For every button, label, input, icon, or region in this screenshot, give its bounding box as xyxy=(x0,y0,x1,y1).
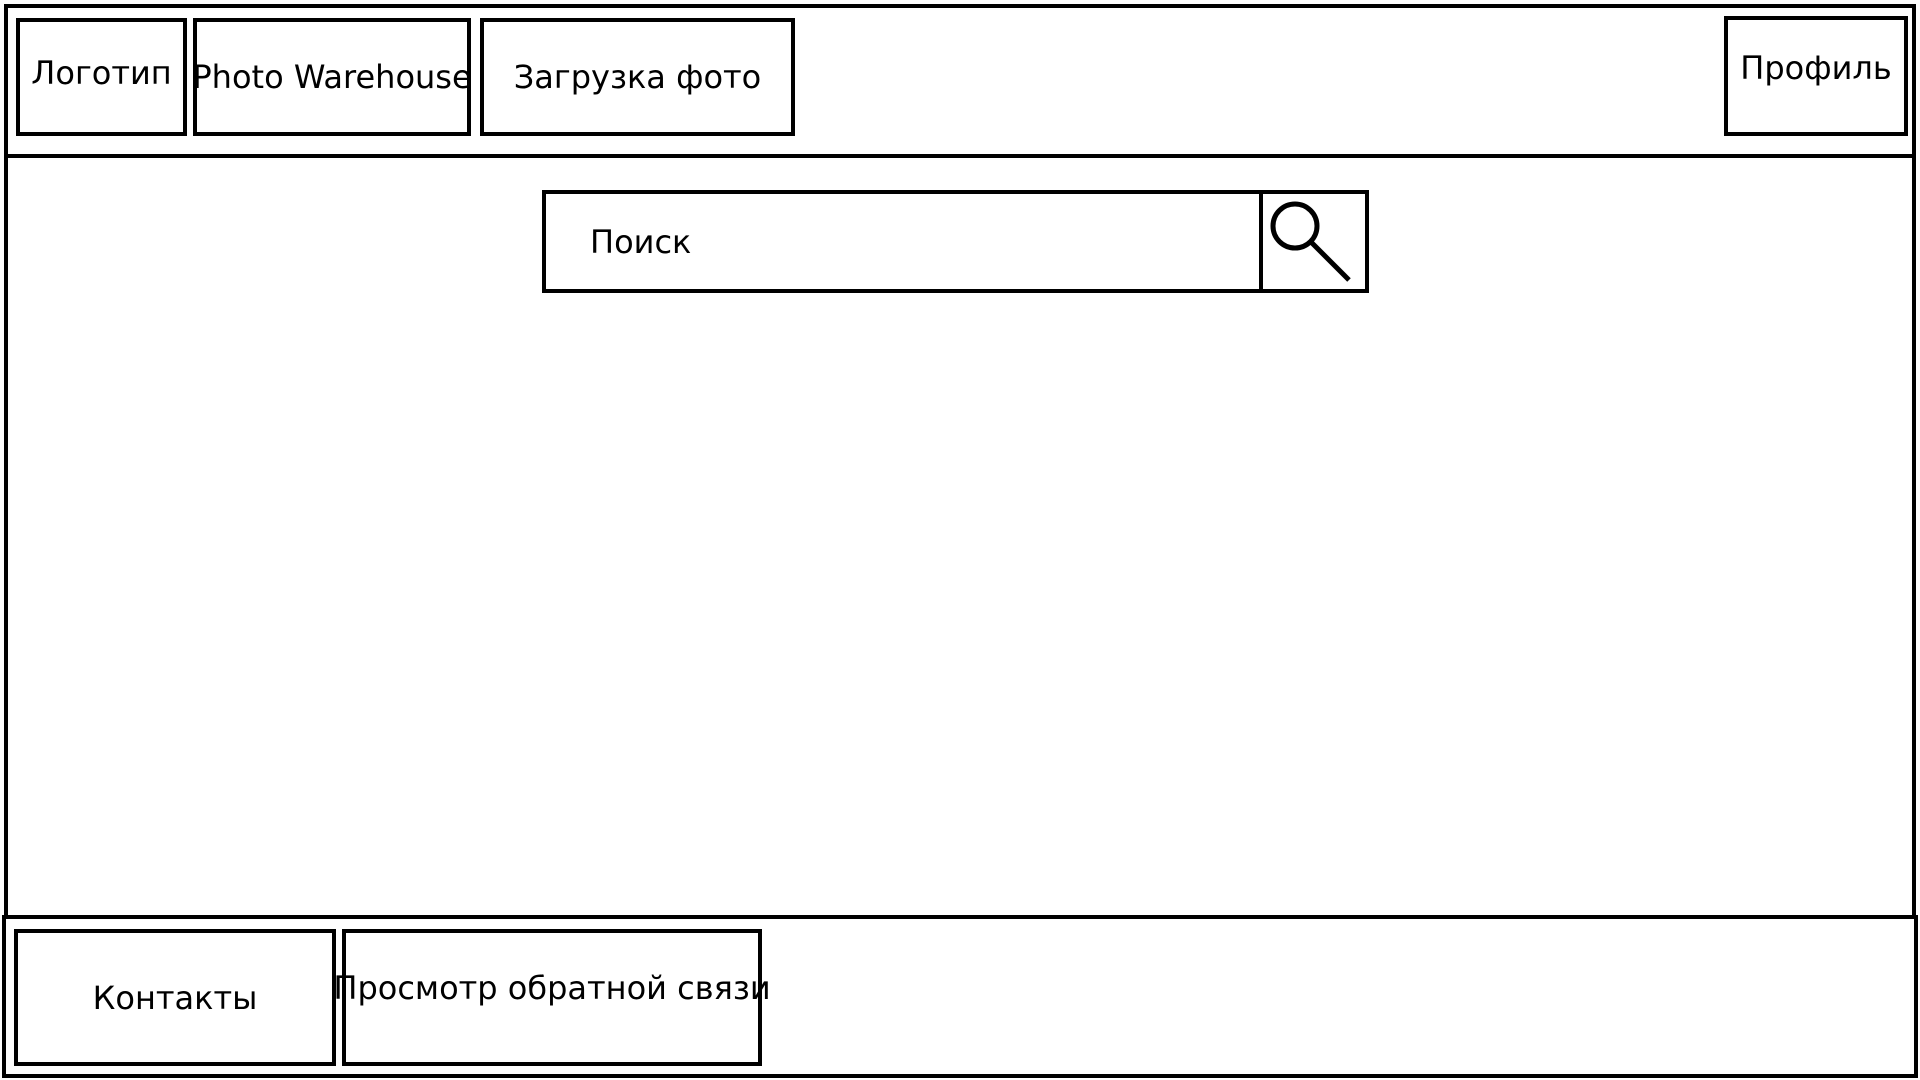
search-button[interactable] xyxy=(1259,190,1369,293)
view-feedback-label: Просмотр обратной связи xyxy=(333,968,771,1007)
brand-title-label: Photo Warehouse xyxy=(192,58,472,96)
contacts-button[interactable]: Контакты xyxy=(14,929,336,1066)
upload-photo-label: Загрузка фото xyxy=(513,58,762,96)
search-input[interactable]: Поиск xyxy=(542,190,1264,293)
upload-photo-button[interactable]: Загрузка фото xyxy=(480,18,795,136)
profile-label: Профиль xyxy=(1740,49,1892,87)
contacts-label: Контакты xyxy=(92,978,258,1017)
search-icon xyxy=(1270,201,1351,282)
view-feedback-button[interactable]: Просмотр обратной связи xyxy=(333,929,771,1066)
brand-title-button[interactable]: Photo Warehouse xyxy=(192,18,472,136)
search-placeholder: Поиск xyxy=(590,222,692,261)
logo-label: Логотип xyxy=(31,54,172,92)
profile-button[interactable]: Профиль xyxy=(1724,16,1908,136)
logo-button[interactable]: Логотип xyxy=(16,18,187,136)
